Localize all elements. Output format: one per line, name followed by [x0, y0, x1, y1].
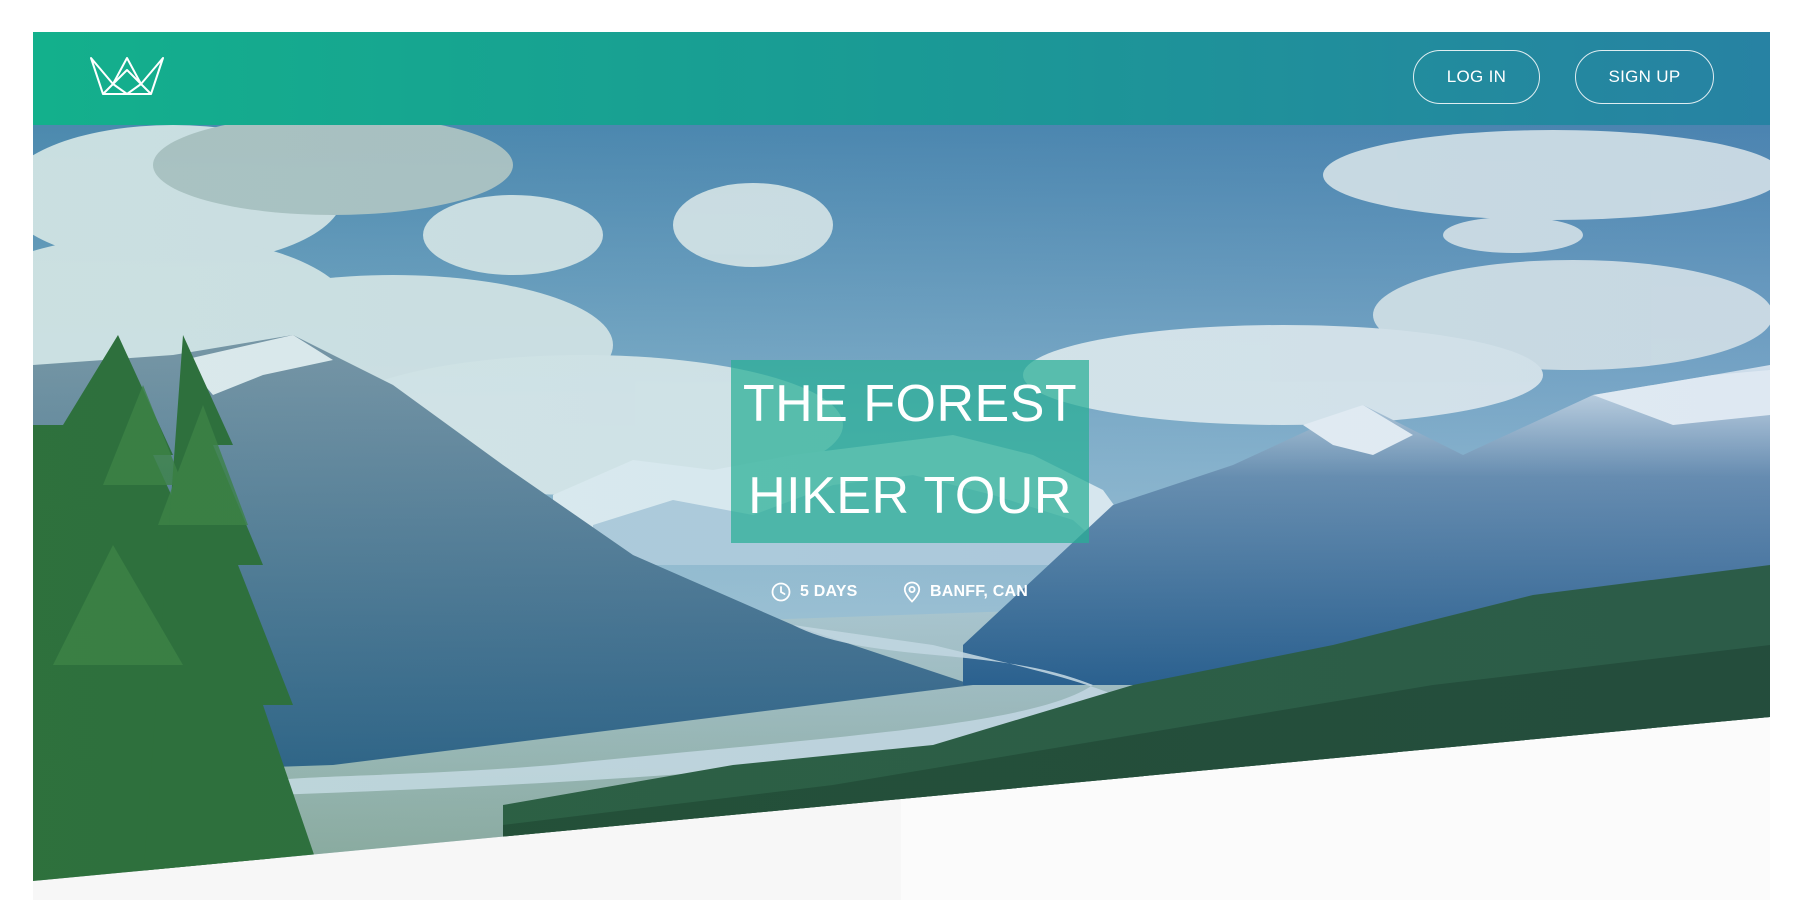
tour-location: BANFF, CAN: [903, 579, 1028, 605]
tour-duration: 5 DAYS: [771, 579, 858, 605]
hero-title-line-2: HIKER TOUR: [748, 467, 1072, 525]
tour-location-label: BANFF, CAN: [930, 583, 1028, 600]
hero-title-line-1: THE FOREST: [742, 375, 1078, 433]
tour-duration-label: 5 DAYS: [800, 583, 858, 600]
clock-icon: [771, 582, 791, 602]
map-pin-icon: [903, 581, 921, 603]
login-button[interactable]: LOG IN: [1413, 50, 1540, 104]
crown-logo-icon[interactable]: [89, 54, 165, 98]
tour-page: THE FOREST HIKER TOUR 5 DAYS BANFF, CAN: [33, 32, 1770, 900]
hero-title-box: THE FOREST HIKER TOUR: [731, 360, 1089, 543]
navbar: LOG IN SIGN UP: [33, 32, 1770, 125]
signup-button[interactable]: SIGN UP: [1575, 50, 1714, 104]
